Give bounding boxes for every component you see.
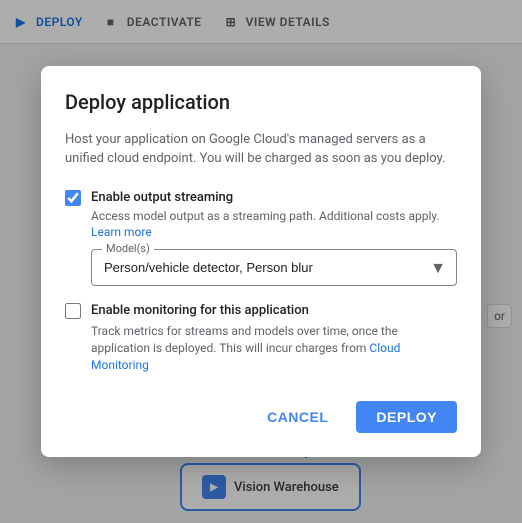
monitoring-text: Enable monitoring for this application [91,302,309,318]
output-streaming-row: Enable output streaming Access model out… [65,189,457,242]
monitoring-row: Enable monitoring for this application [65,302,457,319]
deploy-dialog: Deploy application Host your application… [41,66,481,458]
output-streaming-label[interactable]: Enable output streaming [91,190,233,205]
dialog-title: Deploy application [65,90,457,114]
model-select-wrapper: Model(s) Person/vehicle detector, Person… [91,249,457,286]
model-select[interactable]: Person/vehicle detector, Person blur [92,250,456,285]
deploy-button[interactable]: DEPLOY [356,401,457,433]
dialog-description: Host your application on Google Cloud's … [65,130,457,169]
output-streaming-checkbox[interactable] [65,190,81,206]
dialog-footer: CANCEL DEPLOY [65,401,457,433]
cancel-button[interactable]: CANCEL [251,401,344,433]
monitoring-description: Track metrics for streams and models ove… [91,323,457,373]
monitoring-label[interactable]: Enable monitoring for this application [91,303,309,318]
learn-more-link[interactable]: Learn more [91,225,152,239]
output-streaming-sublabel: Access model output as a streaming path.… [91,208,457,242]
modal-overlay: Deploy application Host your application… [0,0,522,523]
output-streaming-text: Enable output streaming Access model out… [91,189,457,242]
model-select-label: Model(s) [102,242,154,255]
monitoring-checkbox[interactable] [65,303,81,319]
